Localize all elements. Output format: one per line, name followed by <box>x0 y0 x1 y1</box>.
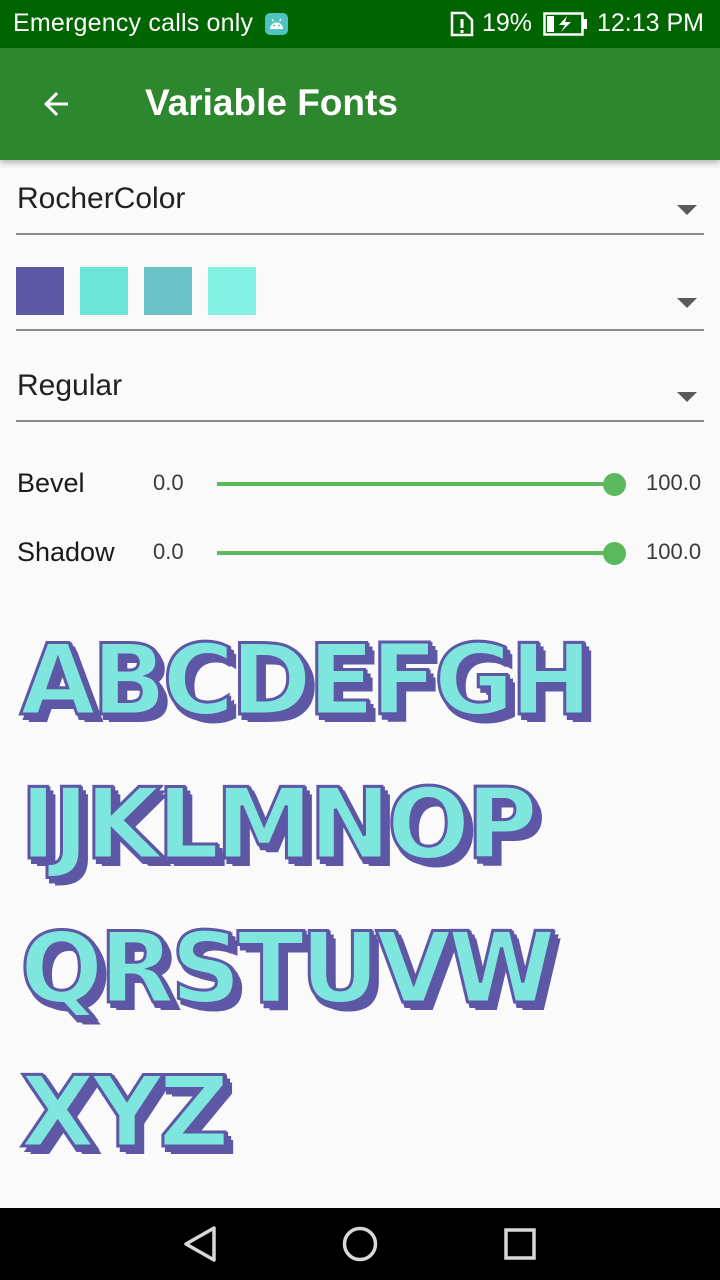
battery-charging-icon <box>543 12 589 41</box>
bevel-slider-track[interactable] <box>217 482 614 486</box>
font-dropdown[interactable]: RocherColor <box>16 160 704 235</box>
shadow-slider-thumb[interactable] <box>603 542 626 565</box>
shadow-min: 0.0 <box>153 539 184 564</box>
dropdown-arrow-icon <box>677 298 697 308</box>
palette-swatch <box>144 267 192 315</box>
dropdown-arrow-icon <box>677 392 697 402</box>
palette-swatch <box>208 267 256 315</box>
bevel-slider-row: Bevel 0.0 100.0 <box>0 458 720 508</box>
style-dropdown[interactable]: Regular <box>16 331 704 422</box>
shadow-max: 100.0 <box>646 539 702 564</box>
recents-square-icon <box>504 1228 536 1260</box>
sample-line: QRSTUVW <box>19 911 558 1028</box>
bevel-max: 100.0 <box>646 470 702 495</box>
nav-recents-button[interactable] <box>498 1222 542 1266</box>
palette-swatch <box>80 267 128 315</box>
battery-percent: 19% <box>482 9 533 37</box>
sample-line: ABCDEFGH <box>19 623 594 740</box>
palette-dropdown[interactable] <box>16 235 704 331</box>
sample-line: IJKLMNOP <box>19 767 540 884</box>
sim-alert-icon <box>450 11 474 42</box>
carrier-text: Emergency calls only <box>13 9 254 37</box>
style-dropdown-value: Regular <box>17 369 123 402</box>
home-circle-icon <box>342 1226 378 1262</box>
system-nav-bar <box>0 1208 720 1280</box>
status-bar: Emergency calls only 19% 12:13 PM <box>0 0 720 48</box>
back-button[interactable] <box>28 76 84 132</box>
dropdown-arrow-icon <box>677 205 697 215</box>
shadow-slider-track[interactable] <box>217 551 614 555</box>
page-title: Variable Fonts <box>145 82 398 123</box>
arrow-back-icon <box>44 92 68 116</box>
bevel-slider-thumb[interactable] <box>603 473 626 496</box>
bevel-label: Bevel <box>17 468 85 498</box>
shadow-label: Shadow <box>17 537 115 567</box>
bevel-min: 0.0 <box>153 470 184 495</box>
font-dropdown-value: RocherColor <box>17 182 186 215</box>
font-sample-preview: ABCDEFGH IJKLMNOP QRSTUVW XYZ <box>19 622 710 1198</box>
nav-back-button[interactable] <box>178 1222 222 1266</box>
palette-swatch <box>16 267 64 315</box>
sample-line: XYZ <box>19 1055 232 1172</box>
back-triangle-icon <box>184 1226 216 1262</box>
android-debug-icon <box>265 13 288 35</box>
clock: 12:13 PM <box>597 9 705 37</box>
app-bar: Variable Fonts <box>0 48 720 160</box>
nav-home-button[interactable] <box>338 1222 382 1266</box>
shadow-slider-row: Shadow 0.0 100.0 <box>0 527 720 577</box>
